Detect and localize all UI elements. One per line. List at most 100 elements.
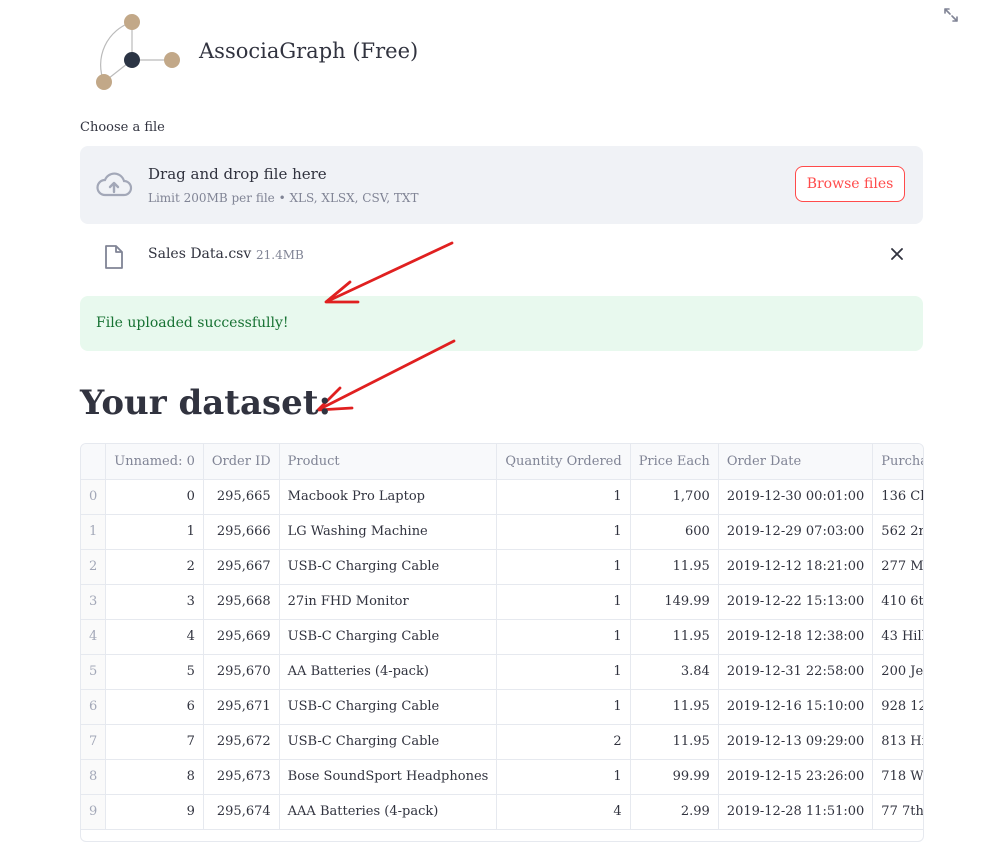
table-cell[interactable]: 562 2nd St, New York City, NY 10001 — [872, 514, 923, 550]
dataset-table[interactable]: Unnamed: 0 Order ID Product Quantity Ord… — [80, 443, 924, 842]
table-cell[interactable]: 2019-12-22 15:13:00 — [718, 584, 874, 620]
column-header[interactable] — [81, 444, 107, 480]
dropzone-title: Drag and drop file here — [148, 165, 327, 183]
browse-files-button[interactable]: Browse files — [795, 166, 905, 202]
table-cell[interactable]: 7 — [105, 724, 204, 760]
table-cell[interactable]: 11.95 — [630, 689, 719, 725]
table-cell[interactable]: 200 Jefferson St, New York City, NY 1000… — [872, 654, 923, 690]
table-cell[interactable]: 2019-12-29 07:03:00 — [718, 514, 874, 550]
table-cell[interactable]: 928 12th St, Portland, OR 97035 — [872, 689, 923, 725]
table-cell[interactable]: 1 — [496, 689, 631, 725]
column-header[interactable]: Purchase Address — [872, 444, 923, 480]
table-cell[interactable]: USB-C Charging Cable — [279, 549, 498, 585]
table-cell[interactable]: 2019-12-12 18:21:00 — [718, 549, 874, 585]
table-row[interactable]: 3 3 295,668 27in FHD Monitor 1 149.99 2019-12-… — [81, 584, 923, 620]
table-cell[interactable]: 11.95 — [630, 724, 719, 760]
table-cell[interactable]: 1 — [496, 759, 631, 795]
app-title: AssociaGraph (Free) — [199, 39, 419, 63]
table-cell[interactable]: 0 — [105, 479, 204, 515]
table-cell[interactable]: 149.99 — [630, 584, 719, 620]
table-row[interactable]: 0 0 295,665 Macbook Pro Laptop 1 1,700 2019-12… — [81, 479, 923, 515]
table-cell[interactable]: 2019-12-31 22:58:00 — [718, 654, 874, 690]
table-cell[interactable]: 11.95 — [630, 549, 719, 585]
table-cell[interactable]: 1 — [496, 619, 631, 655]
table-cell[interactable]: 410 6th St, San Francisco, CA 94016 — [872, 584, 923, 620]
table-cell[interactable]: 99.99 — [630, 759, 719, 795]
table-row[interactable]: 9 9 295,674 AAA Batteries (4-pack) 4 2.99 2019… — [81, 794, 923, 830]
uploaded-file-row: Sales Data.csv 21.4MB — [80, 236, 923, 276]
close-icon[interactable] — [890, 247, 904, 261]
table-cell[interactable]: 2019-12-28 11:51:00 — [718, 794, 874, 830]
column-header[interactable]: Unnamed: 0 — [105, 444, 204, 480]
table-cell[interactable]: 2019-12-30 00:01:00 — [718, 479, 874, 515]
table-cell[interactable]: 5 — [105, 654, 204, 690]
table-cell[interactable]: 1 — [496, 479, 631, 515]
cloud-upload-icon — [96, 172, 133, 197]
table-cell[interactable]: 136 Church St, New York City, NY 10001 — [872, 479, 923, 515]
table-cell[interactable]: 2019-12-15 23:26:00 — [718, 759, 874, 795]
table-cell[interactable]: LG Washing Machine — [279, 514, 498, 550]
column-header[interactable]: Quantity Ordered — [496, 444, 631, 480]
table-cell[interactable]: 2 — [105, 549, 204, 585]
file-dropzone[interactable]: Drag and drop file here Limit 200MB per … — [80, 146, 923, 224]
table-cell[interactable]: 295,670 — [203, 654, 280, 690]
table-cell[interactable]: 27in FHD Monitor — [279, 584, 498, 620]
table-cell[interactable]: USB-C Charging Cable — [279, 689, 498, 725]
table-cell[interactable]: 3 — [105, 584, 204, 620]
table-cell[interactable]: 295,669 — [203, 619, 280, 655]
table-cell[interactable]: 9 — [105, 794, 204, 830]
table-cell[interactable]: 277 Main St, New York City, NY 10001 — [872, 549, 923, 585]
table-cell[interactable]: 4 — [496, 794, 631, 830]
table-cell[interactable]: 77 7th St, Dallas, TX 75001 — [872, 794, 923, 830]
table-cell[interactable]: 2 — [496, 724, 631, 760]
table-cell[interactable]: 2019-12-18 12:38:00 — [718, 619, 874, 655]
table-cell[interactable]: 1 — [496, 584, 631, 620]
table-cell[interactable]: 1,700 — [630, 479, 719, 515]
table-cell[interactable]: 295,673 — [203, 759, 280, 795]
table-row[interactable]: 8 8 295,673 Bose SoundSport Headphones 1 99.9… — [81, 759, 923, 795]
table-cell[interactable]: 1 — [105, 514, 204, 550]
table-cell[interactable]: 3.84 — [630, 654, 719, 690]
table-cell[interactable]: 295,666 — [203, 514, 280, 550]
table-row[interactable]: 2 2 295,667 USB-C Charging Cable 1 11.95 2019-… — [81, 549, 923, 585]
fullscreen-icon[interactable] — [942, 6, 960, 24]
table-cell[interactable]: 1 — [496, 549, 631, 585]
table-cell[interactable]: 600 — [630, 514, 719, 550]
table-cell[interactable]: 2019-12-13 09:29:00 — [718, 724, 874, 760]
table-cell[interactable]: 6 — [105, 689, 204, 725]
table-cell[interactable]: 2019-12-16 15:10:00 — [718, 689, 874, 725]
table-row[interactable]: 4 4 295,669 USB-C Charging Cable 1 11.95 2019-… — [81, 619, 923, 655]
table-cell[interactable]: 295,667 — [203, 549, 280, 585]
column-header[interactable]: Product — [279, 444, 498, 480]
column-header[interactable]: Price Each — [630, 444, 719, 480]
table-cell[interactable]: AA Batteries (4-pack) — [279, 654, 498, 690]
table-row[interactable]: 1 1 295,666 LG Washing Machine 1 600 2019-12-2… — [81, 514, 923, 550]
table-cell[interactable]: 813 Hickory St, Dallas, TX 75001 — [872, 724, 923, 760]
table-row[interactable]: 5 5 295,670 AA Batteries (4-pack) 1 3.84 2019-… — [81, 654, 923, 690]
column-header[interactable]: Order Date — [718, 444, 874, 480]
table-cell[interactable]: 2.99 — [630, 794, 719, 830]
table-cell[interactable]: 295,668 — [203, 584, 280, 620]
table-cell[interactable]: USB-C Charging Cable — [279, 724, 498, 760]
table-cell[interactable]: 295,672 — [203, 724, 280, 760]
table-cell[interactable]: 295,671 — [203, 689, 280, 725]
table-cell[interactable]: Macbook Pro Laptop — [279, 479, 498, 515]
file-name: Sales Data.csv — [148, 246, 252, 262]
table-cell[interactable]: AAA Batteries (4-pack) — [279, 794, 498, 830]
table-cell[interactable]: 11.95 — [630, 619, 719, 655]
file-icon — [105, 245, 123, 269]
column-header[interactable]: Order ID — [203, 444, 280, 480]
table-cell[interactable]: 1 — [496, 654, 631, 690]
table-cell[interactable]: 4 — [105, 619, 204, 655]
table-cell[interactable]: 8 — [105, 759, 204, 795]
table-cell[interactable]: Bose SoundSport Headphones — [279, 759, 498, 795]
table-cell[interactable]: 718 Wilson St, Dallas, TX 75001 — [872, 759, 923, 795]
row-index: 0 — [81, 479, 107, 515]
table-cell[interactable]: 43 Hill St, Atlanta, GA 30301 — [872, 619, 923, 655]
table-row[interactable]: 6 6 295,671 USB-C Charging Cable 1 11.95 2019-… — [81, 689, 923, 725]
table-cell[interactable]: 1 — [496, 514, 631, 550]
table-cell[interactable]: 295,665 — [203, 479, 280, 515]
table-cell[interactable]: 295,674 — [203, 794, 280, 830]
table-cell[interactable]: USB-C Charging Cable — [279, 619, 498, 655]
table-row[interactable]: 7 7 295,672 USB-C Charging Cable 2 11.95 2019-… — [81, 724, 923, 760]
